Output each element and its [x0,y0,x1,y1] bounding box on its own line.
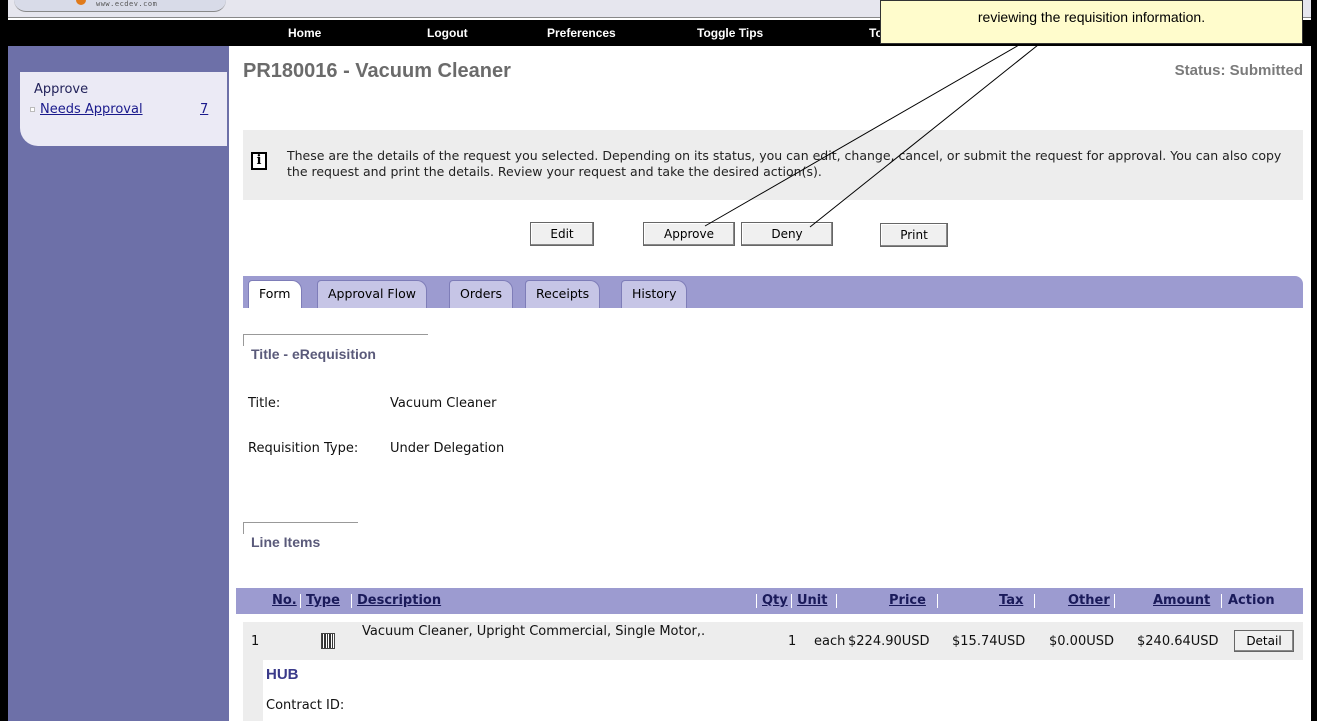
nav-preferences[interactable]: Preferences [547,26,616,40]
callout-tooltip: reviewing the requisition information. [880,0,1303,44]
tab-bar: Form Approval Flow Orders Receipts Histo… [243,276,1303,308]
col-type[interactable]: Type [306,593,340,608]
section-rule-tick [243,334,244,346]
row-no: 1 [251,634,260,649]
info-icon: i [251,152,267,170]
nav-logout[interactable]: Logout [427,26,468,40]
row-price: $224.90USD [848,634,930,649]
row-gutter [243,660,263,721]
col-amount[interactable]: Amount [1153,593,1210,608]
column-separator [1114,594,1115,608]
column-separator [351,594,352,608]
bullet-icon [30,107,35,112]
tab-form[interactable]: Form [248,280,302,308]
sidebar-approve-panel: Approve Needs Approval 7 [20,72,227,146]
column-separator [836,594,837,608]
column-separator [756,594,757,608]
requisition-type-label: Requisition Type: [248,441,359,456]
nav-home[interactable]: Home [288,26,321,40]
section-rule-tick [243,522,244,534]
column-separator [1221,594,1222,608]
tab-receipts[interactable]: Receipts [525,280,601,308]
tab-history[interactable]: History [621,280,688,308]
col-action: Action [1228,593,1275,608]
contract-id-label: Contract ID: [266,698,345,713]
col-other[interactable]: Other [1068,593,1110,608]
tab-orders[interactable]: Orders [449,280,514,308]
title-field-value: Vacuum Cleaner [390,396,497,411]
print-button[interactable]: Print [880,223,948,247]
deny-button[interactable]: Deny [741,222,833,246]
sidebar-item-needs-approval[interactable]: Needs Approval [40,102,143,117]
row-other: $0.00USD [1049,634,1114,649]
column-separator [1034,594,1035,608]
page-title: PR180016 - Vacuum Cleaner [243,60,511,82]
section-rule [243,522,358,523]
window-frame-left [0,0,8,721]
tab-approval-flow[interactable]: Approval Flow [317,280,427,308]
window-frame-right [1311,0,1317,721]
section-rule [243,334,428,335]
row-unit: each [814,634,846,649]
logo-url: www.ecdev.com [96,0,158,8]
col-qty[interactable]: Qty [762,593,788,608]
status-label: Status: Submitted [1174,62,1303,79]
nav-toggle-tips[interactable]: Toggle Tips [697,26,763,40]
title-field-label: Title: [248,396,281,411]
line-items-heading: Line Items [251,534,321,550]
title-section-heading: Title - eRequisition [251,346,376,362]
logo-mark-icon [76,0,86,5]
table-row: 1 Vacuum Cleaner, Upright Commercial, Si… [243,622,1303,660]
barcode-icon [321,633,335,649]
col-tax[interactable]: Tax [999,593,1023,608]
detail-button[interactable]: Detail [1234,630,1294,652]
sidebar [8,46,229,721]
column-separator [300,594,301,608]
col-unit[interactable]: Unit [797,593,827,608]
hub-label: HUB [266,666,299,683]
col-price[interactable]: Price [889,593,926,608]
logo-area: www.ecdev.com [14,0,226,12]
column-separator [791,594,792,608]
row-description: Vacuum Cleaner, Upright Commercial, Sing… [362,624,706,639]
info-text: These are the details of the request you… [287,148,1282,179]
needs-approval-count[interactable]: 7 [200,102,208,117]
row-amount: $240.64USD [1137,634,1219,649]
approve-button[interactable]: Approve [643,222,735,246]
row-qty: 1 [788,634,797,649]
row-tax: $15.74USD [952,634,1026,649]
sidebar-section-title: Approve [34,82,89,97]
col-no[interactable]: No. [272,593,297,608]
line-items-header: No. Type Description Qty Unit Price Tax … [236,588,1303,614]
column-separator [937,594,938,608]
col-description[interactable]: Description [357,593,441,608]
requisition-type-value: Under Delegation [390,441,505,456]
edit-button[interactable]: Edit [530,222,594,246]
info-box: i These are the details of the request y… [243,130,1303,200]
